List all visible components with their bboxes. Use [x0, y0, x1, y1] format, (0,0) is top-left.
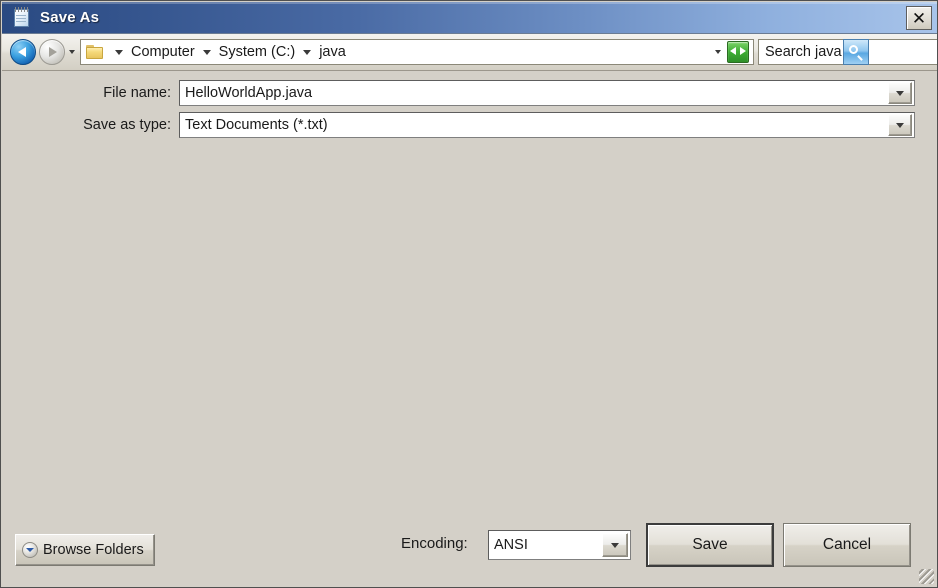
file-name-row: File name: HelloWorldApp.java	[1, 80, 937, 106]
search-icon	[848, 45, 863, 61]
file-name-combobox[interactable]: HelloWorldApp.java	[179, 80, 915, 106]
cancel-button[interactable]: Cancel	[783, 523, 911, 567]
chevron-down-icon	[202, 49, 211, 55]
encoding-value[interactable]: ANSI	[489, 537, 602, 553]
navigation-bar: Computer System (C:) java Search java	[2, 34, 937, 71]
back-arrow-icon	[18, 47, 26, 57]
close-icon: ✕	[911, 8, 927, 28]
back-button[interactable]	[10, 39, 36, 65]
chevron-down-icon	[715, 50, 721, 54]
history-dropdown-button[interactable]	[65, 39, 78, 65]
chevron-down-circle-icon	[22, 542, 38, 558]
encoding-combobox[interactable]: ANSI	[488, 530, 631, 560]
save-as-type-label: Save as type:	[83, 117, 171, 133]
titlebar-highlight	[2, 2, 937, 4]
browse-folders-label: Browse Folders	[43, 542, 144, 558]
window-title: Save As	[40, 9, 100, 26]
breadcrumb-item-system-c[interactable]: System (C:)	[217, 43, 298, 61]
search-input[interactable]: Search java	[765, 44, 842, 60]
file-name-dropdown-button[interactable]	[888, 82, 912, 104]
encoding-dropdown-button[interactable]	[602, 533, 628, 557]
chevron-down-icon	[896, 122, 904, 128]
save-button[interactable]: Save	[646, 523, 774, 567]
breadcrumb-separator-root[interactable]	[109, 49, 129, 55]
breadcrumb-separator-computer[interactable]	[197, 49, 217, 55]
file-list-panel[interactable]	[2, 143, 937, 518]
chevron-down-icon	[611, 542, 619, 548]
chevron-down-icon	[896, 90, 904, 96]
forward-button[interactable]	[39, 39, 65, 65]
forward-arrow-icon	[49, 47, 57, 57]
breadcrumb-item-computer[interactable]: Computer	[129, 43, 197, 61]
breadcrumb-separator-system-c[interactable]	[297, 49, 317, 55]
chevron-down-icon	[68, 50, 75, 54]
resize-grip-icon[interactable]	[919, 569, 934, 584]
save-as-dialog: Save As ✕ Computer System (C:) java Sear…	[0, 0, 938, 588]
save-as-type-value[interactable]: Text Documents (*.txt)	[180, 117, 888, 133]
breadcrumb-item-java[interactable]: java	[317, 43, 348, 61]
search-button[interactable]	[842, 39, 869, 65]
save-as-type-combobox[interactable]: Text Documents (*.txt)	[179, 112, 915, 138]
close-button[interactable]: ✕	[906, 6, 932, 30]
save-as-type-row: Save as type: Text Documents (*.txt)	[1, 112, 937, 138]
chevron-down-icon	[115, 49, 123, 55]
encoding-label: Encoding:	[401, 535, 468, 552]
title-bar: Save As ✕	[2, 2, 937, 34]
notepad-icon	[12, 6, 32, 29]
search-box[interactable]: Search java	[758, 39, 937, 65]
browse-folders-button[interactable]: Browse Folders	[15, 534, 155, 566]
refresh-icon[interactable]	[727, 41, 749, 63]
chevron-down-icon	[303, 49, 312, 55]
file-name-input[interactable]: HelloWorldApp.java	[180, 85, 888, 101]
address-bar[interactable]: Computer System (C:) java	[80, 39, 754, 65]
address-dropdown-button[interactable]	[709, 40, 727, 64]
save-as-type-dropdown-button[interactable]	[888, 114, 912, 136]
folder-icon	[86, 44, 105, 60]
file-name-label: File name:	[103, 85, 171, 101]
